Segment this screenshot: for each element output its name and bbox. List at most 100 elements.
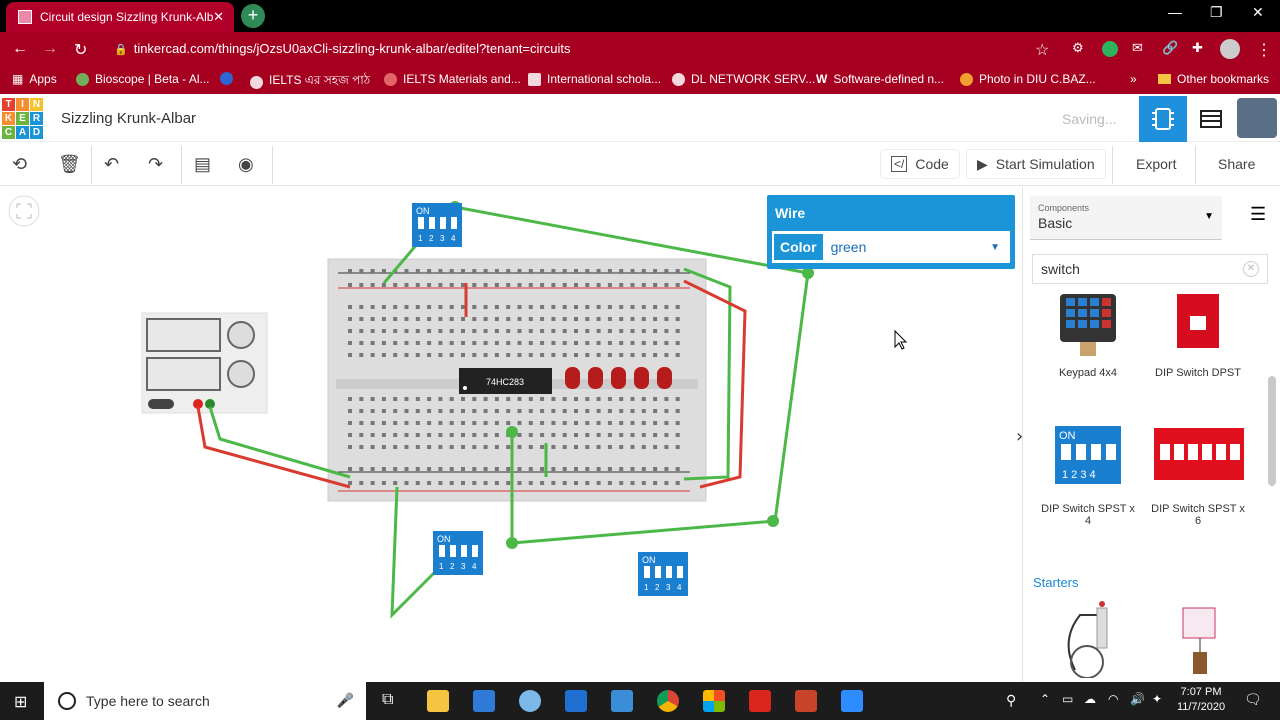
svg-text:1: 1 xyxy=(439,562,444,571)
tray-chevron-icon[interactable]: ⌃ xyxy=(1040,692,1050,706)
microphone-icon[interactable]: 🎤 xyxy=(337,692,354,709)
schematic-view-button[interactable] xyxy=(1187,96,1235,142)
color-value: green xyxy=(830,239,867,255)
mail-extension-icon[interactable]: ✉ xyxy=(1132,40,1143,56)
circuit-view-button[interactable] xyxy=(1139,96,1187,142)
wire-endpoint[interactable] xyxy=(506,537,518,549)
url-text: tinkercad.com/things/jOzsU0axCli-sizzlin… xyxy=(133,41,571,56)
dip-spst-6-icon xyxy=(1154,428,1244,480)
grammarly-icon[interactable] xyxy=(1102,41,1118,57)
store-icon[interactable] xyxy=(473,690,495,712)
bookmark-facebook[interactable] xyxy=(220,72,233,85)
reload-icon[interactable]: ↻ xyxy=(74,40,87,60)
component-dip-dpst[interactable]: DIP Switch DPST xyxy=(1148,294,1248,379)
battery-icon[interactable]: ▭ xyxy=(1062,692,1073,706)
sidebar-scrollbar[interactable] xyxy=(1268,376,1276,486)
notifications-icon[interactable]: 🗨 xyxy=(1244,691,1262,708)
lock-icon: 🔒 xyxy=(114,44,128,56)
acrobat-icon[interactable] xyxy=(749,690,771,712)
apps-grid-icon: ▦ xyxy=(12,72,24,86)
clock[interactable]: 7:07 PM 11/7/2020 xyxy=(1172,685,1230,715)
browser-title-bar: Circuit design Sizzling Krunk-Alb ✕ + — … xyxy=(0,0,1280,32)
bookmark-international[interactable]: International schola... xyxy=(528,72,661,86)
chrome-icon[interactable] xyxy=(657,690,679,712)
menu-dots-icon[interactable]: ⋮ xyxy=(1256,40,1272,60)
mail-icon[interactable] xyxy=(565,690,587,712)
bookmark-photo-diu[interactable]: Photo in DIU C.BAZ... xyxy=(960,72,1096,86)
ic-chip-74hc283[interactable]: 74HC283 xyxy=(459,368,552,394)
bookmark-bioscope[interactable]: Bioscope | Beta - Al... xyxy=(76,72,210,86)
new-tab-button[interactable]: + xyxy=(241,4,265,28)
starter-thumbnail-2[interactable] xyxy=(1175,604,1225,678)
delete-icon[interactable]: 🗑 xyxy=(58,154,81,175)
starters-heading[interactable]: Starters xyxy=(1033,575,1079,590)
design-title[interactable]: Sizzling Krunk-Albar xyxy=(61,110,196,127)
saving-status: Saving... xyxy=(1062,111,1117,127)
bookmark-apps[interactable]: ▦ Apps xyxy=(12,72,57,86)
people-icon[interactable]: ⚲ xyxy=(1006,692,1016,709)
visibility-eye-icon[interactable]: ◉ xyxy=(238,154,254,175)
dip-switch-1[interactable]: ON 1 2 3 4 xyxy=(412,203,462,247)
powerpoint-icon[interactable] xyxy=(795,690,817,712)
maximize-icon[interactable]: ❐ xyxy=(1210,4,1223,21)
redo-icon[interactable]: ↷ xyxy=(148,154,163,175)
puzzle-extensions-icon[interactable]: ✚ xyxy=(1192,40,1203,56)
browser-tab[interactable]: Circuit design Sizzling Krunk-Alb ✕ xyxy=(6,2,234,32)
more-bookmarks-icon[interactable]: » xyxy=(1130,72,1137,86)
rotate-icon[interactable]: ⟲ xyxy=(12,154,27,175)
user-avatar[interactable] xyxy=(1237,98,1277,138)
tinkercad-logo[interactable]: TIN KER CAD xyxy=(2,98,43,140)
url-field[interactable]: 🔒 tinkercad.com/things/jOzsU0axCli-sizzli… xyxy=(108,38,1058,60)
volume-icon[interactable]: 🔊 xyxy=(1130,692,1145,706)
code-button[interactable]: </Code xyxy=(880,149,960,179)
component-label: DIP Switch SPST x 4 xyxy=(1041,503,1135,527)
share-button[interactable]: Share xyxy=(1208,149,1265,179)
back-icon[interactable]: ← xyxy=(12,40,28,58)
wire-endpoint[interactable] xyxy=(767,515,779,527)
zoom-icon[interactable] xyxy=(841,690,863,712)
component-search-input[interactable]: switch ✕ xyxy=(1032,254,1268,284)
component-dip-spst-6[interactable]: DIP Switch SPST x 6 xyxy=(1148,426,1248,527)
dip-switch-2[interactable]: ON 1 2 3 4 xyxy=(433,531,483,575)
dropbox-icon[interactable]: ✦ xyxy=(1152,692,1162,706)
extension-icon[interactable]: ⚙ xyxy=(1072,40,1084,56)
list-view-icon[interactable]: ☰ xyxy=(1250,204,1266,225)
start-simulation-button[interactable]: ▶ Start Simulation xyxy=(966,149,1106,179)
windows-start-icon[interactable]: ⊞ xyxy=(14,692,27,712)
undo-icon[interactable]: ↶ xyxy=(104,154,119,175)
bookmark-star-icon[interactable]: ☆ xyxy=(1035,40,1049,60)
export-button[interactable]: Export xyxy=(1126,149,1186,179)
bookmark-ielts-materials[interactable]: IELTS Materials and... xyxy=(384,72,521,86)
component-dip-spst-4[interactable]: ON 1 2 3 4 DIP Switch SPST x 4 xyxy=(1038,426,1138,527)
forward-icon[interactable]: → xyxy=(42,40,58,58)
wire-color-select[interactable]: Color green ▼ xyxy=(772,231,1010,263)
bookmark-other[interactable]: Other bookmarks xyxy=(1158,72,1269,86)
clear-search-icon[interactable]: ✕ xyxy=(1243,261,1259,277)
components-dropdown[interactable]: Components Basic ▼ xyxy=(1030,196,1222,240)
profile-avatar-icon[interactable] xyxy=(1220,39,1240,59)
file-explorer-icon[interactable] xyxy=(427,690,449,712)
onedrive-icon[interactable]: ☁ xyxy=(1084,692,1096,706)
bookmark-dl-network[interactable]: DL NETWORK SERV... xyxy=(672,72,815,86)
wire-endpoint[interactable] xyxy=(506,426,518,438)
app-icon[interactable] xyxy=(611,690,633,712)
code-icon: </ xyxy=(891,156,908,172)
bookmark-software-defined[interactable]: W Software-defined n... xyxy=(816,72,944,86)
taskbar-search[interactable]: Type here to search 🎤 xyxy=(44,682,366,720)
notes-icon[interactable]: ▤ xyxy=(194,154,211,175)
office-icon[interactable] xyxy=(703,690,725,712)
wifi-icon[interactable]: ◠ xyxy=(1108,692,1118,706)
power-supply[interactable] xyxy=(141,312,268,414)
task-view-icon[interactable]: ⧉ xyxy=(382,691,393,709)
paint-icon[interactable] xyxy=(519,690,541,712)
list-icon xyxy=(1200,110,1222,128)
bookmark-ielts-bangla[interactable]: IELTS এর সহজ পাঠ xyxy=(250,72,370,92)
link-extension-icon[interactable]: 🔗 xyxy=(1162,40,1178,56)
starter-thumbnail-1[interactable] xyxy=(1055,600,1125,678)
dip-switch-3[interactable]: ON 1 2 3 4 xyxy=(638,552,688,596)
close-window-icon[interactable]: ✕ xyxy=(1252,4,1264,21)
minimize-icon[interactable]: — xyxy=(1168,4,1182,20)
fit-view-icon[interactable] xyxy=(8,195,40,227)
close-tab-icon[interactable]: ✕ xyxy=(213,9,224,25)
component-keypad[interactable]: Keypad 4x4 xyxy=(1038,294,1138,379)
